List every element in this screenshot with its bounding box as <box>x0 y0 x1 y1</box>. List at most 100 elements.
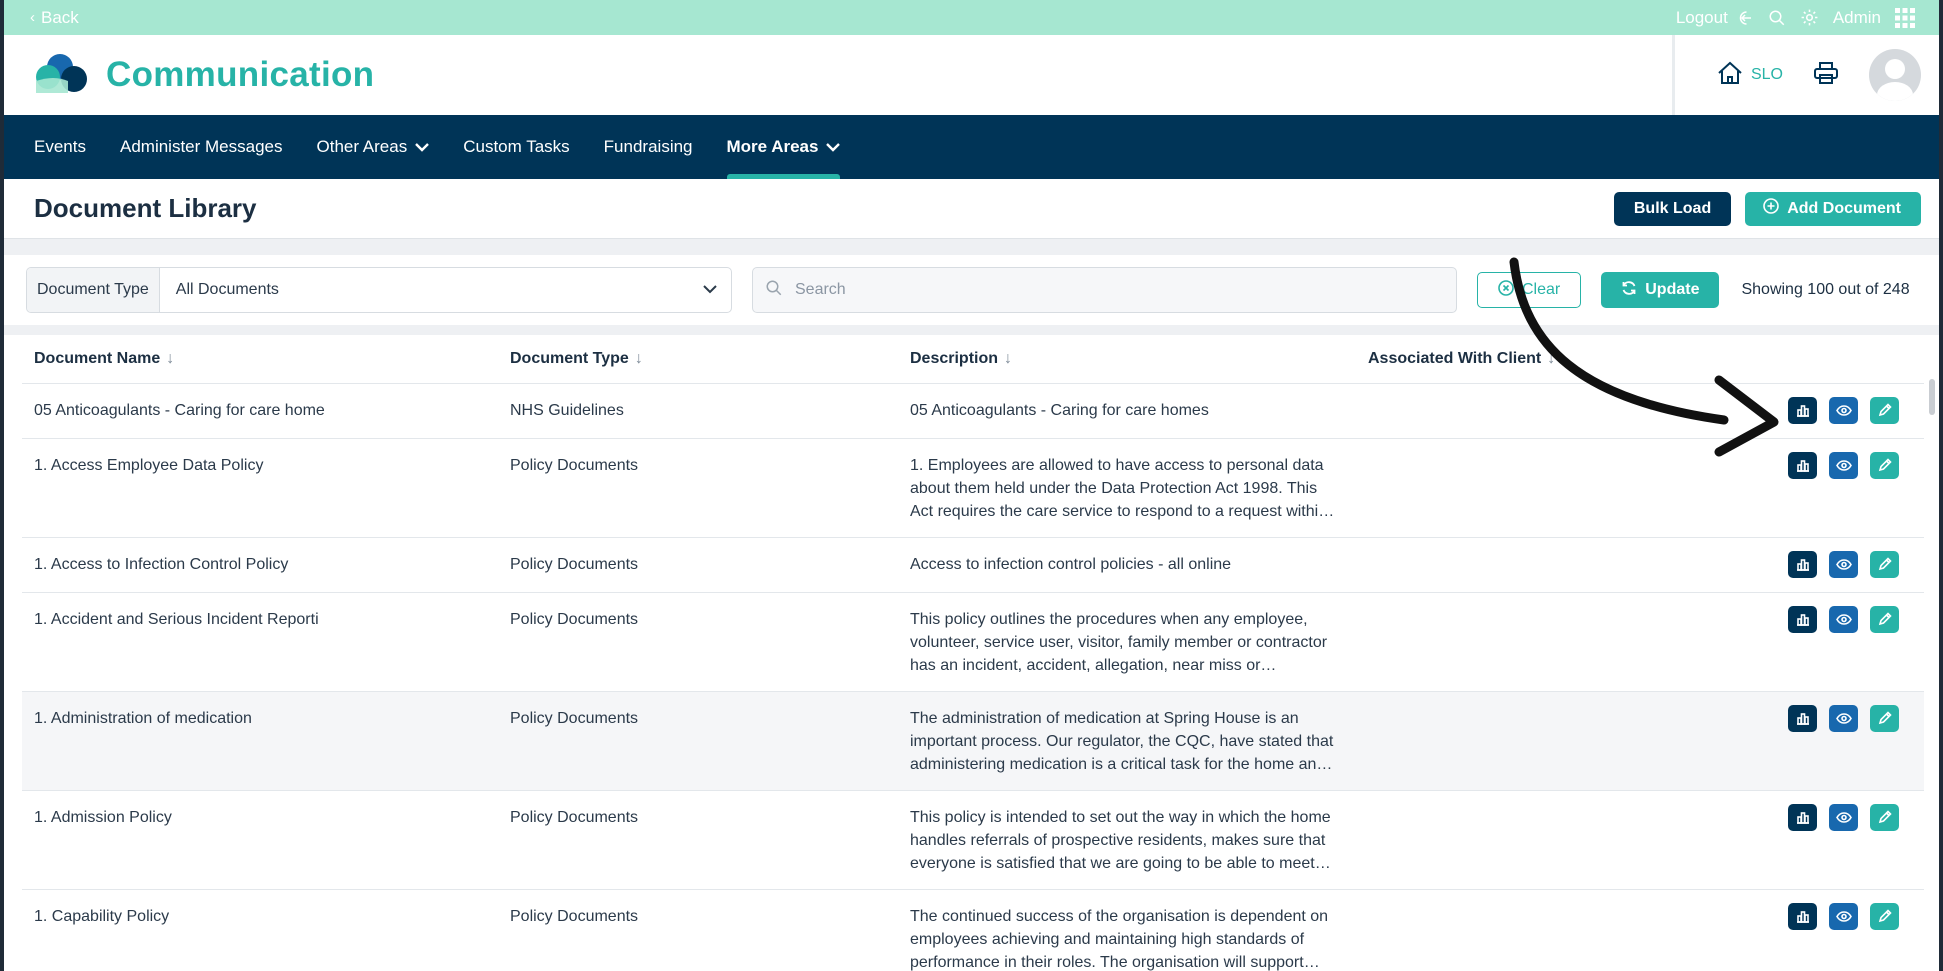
stats-button[interactable] <box>1788 451 1817 479</box>
bulk-load-button[interactable]: Bulk Load <box>1613 191 1732 226</box>
clear-button[interactable]: Clear <box>1477 272 1582 308</box>
back-link[interactable]: ‹ Back <box>30 8 79 28</box>
cell-document-type: Policy Documents <box>498 592 898 692</box>
home-link[interactable]: SLO <box>1717 61 1783 90</box>
logout-icon <box>1736 9 1754 27</box>
eye-icon <box>1835 811 1852 823</box>
cell-description-text: The continued success of the organisatio… <box>910 907 1329 971</box>
stats-button[interactable] <box>1788 550 1817 578</box>
column-header[interactable]: Description ↓ <box>898 335 1356 384</box>
app-logo <box>34 51 94 100</box>
app-header: Communication SLO <box>4 35 1939 115</box>
scrollbar[interactable] <box>1929 379 1935 415</box>
nav-item-other-areas[interactable]: Other Areas <box>317 115 430 179</box>
printer-icon[interactable] <box>1813 61 1839 90</box>
cell-document-name: 1. Access to Infection Control Policy <box>22 537 498 593</box>
search-box <box>752 267 1457 313</box>
sort-arrow-icon: ↓ <box>1547 349 1556 367</box>
column-header[interactable]: Document Name ↓ <box>22 335 498 384</box>
actions-header <box>1776 335 1924 384</box>
row-actions <box>1788 902 1899 930</box>
bar-chart-icon <box>1796 404 1810 417</box>
view-button[interactable] <box>1829 396 1858 424</box>
table-row[interactable]: 1. Access to Infection Control Policy Pol… <box>22 537 1924 593</box>
search-input[interactable] <box>795 281 1395 299</box>
view-button[interactable] <box>1829 605 1858 633</box>
eye-icon <box>1835 558 1852 570</box>
document-type-value: All Documents <box>175 281 279 298</box>
user-menu[interactable]: Admin <box>1833 8 1881 28</box>
nav-item-more-areas[interactable]: More Areas <box>726 115 841 179</box>
brand[interactable]: Communication <box>4 51 374 100</box>
edit-button[interactable] <box>1870 396 1899 424</box>
cell-document-name: 1. Admission Policy <box>22 790 498 890</box>
cell-document-type-text: Policy Documents <box>510 808 639 826</box>
eye-icon <box>1835 910 1852 922</box>
eye-icon <box>1835 712 1852 724</box>
cell-document-type: Policy Documents <box>498 691 898 791</box>
view-button[interactable] <box>1829 451 1858 479</box>
table-row[interactable]: 1. Accident and Serious Incident Reporti… <box>22 592 1924 692</box>
view-button[interactable] <box>1829 550 1858 578</box>
cell-document-name-text: 05 Anticoagulants - Caring for care home <box>34 401 325 419</box>
cell-description: 1. Employees are allowed to have access … <box>898 438 1356 538</box>
row-actions <box>1788 550 1899 578</box>
edit-button[interactable] <box>1870 550 1899 578</box>
back-label: Back <box>41 7 79 27</box>
column-header[interactable]: Document Type ↓ <box>498 335 898 384</box>
cell-document-name-text: 1. Admission Policy <box>34 808 172 826</box>
nav-item-custom-tasks[interactable]: Custom Tasks <box>463 115 569 179</box>
table-row[interactable]: 05 Anticoagulants - Caring for care home… <box>22 383 1924 439</box>
apps-grid-icon[interactable] <box>1895 7 1915 28</box>
table-header-row: Document Name ↓ Document Type ↓ Description ↓… <box>22 335 1924 384</box>
nav-item-label: Other Areas <box>316 137 408 156</box>
update-button[interactable]: Update <box>1601 272 1720 308</box>
stats-button[interactable] <box>1788 396 1817 424</box>
cell-client <box>1356 790 1776 890</box>
logout-link[interactable]: Logout <box>1676 8 1754 28</box>
column-header[interactable]: Associated With Client ↓ <box>1356 335 1776 384</box>
cell-description-text: 05 Anticoagulants - Caring for care home… <box>910 401 1209 419</box>
edit-button[interactable] <box>1870 605 1899 633</box>
refresh-icon <box>1621 280 1637 301</box>
row-actions <box>1788 803 1899 831</box>
column-header-label: Document Name <box>34 349 161 367</box>
cell-document-type-text: NHS Guidelines <box>510 401 624 419</box>
edit-button[interactable] <box>1870 902 1899 930</box>
cell-description-text: This policy is intended to set out the w… <box>910 808 1331 872</box>
result-count: Showing 100 out of 248 <box>1741 281 1910 298</box>
search-icon[interactable] <box>1768 9 1786 27</box>
bar-chart-icon <box>1796 613 1810 626</box>
stats-button[interactable] <box>1788 704 1817 732</box>
edit-button[interactable] <box>1870 451 1899 479</box>
view-button[interactable] <box>1829 803 1858 831</box>
table-row[interactable]: 1. Capability Policy Policy Documents The … <box>22 889 1924 971</box>
cell-client <box>1356 438 1776 538</box>
table-row[interactable]: 1. Admission Policy Policy Documents This … <box>22 790 1924 890</box>
cell-client <box>1356 691 1776 791</box>
cell-document-type: Policy Documents <box>498 790 898 890</box>
stats-button[interactable] <box>1788 902 1817 930</box>
stats-button[interactable] <box>1788 803 1817 831</box>
row-actions <box>1788 396 1899 424</box>
page-actions: Bulk Load Add Document <box>1613 191 1921 226</box>
nav-item-administer-messages[interactable]: Administer Messages <box>120 115 283 179</box>
add-document-button[interactable]: Add Document <box>1745 191 1921 226</box>
avatar[interactable] <box>1869 49 1921 101</box>
view-button[interactable] <box>1829 902 1858 930</box>
gear-icon[interactable] <box>1800 8 1819 27</box>
nav-item-fundraising[interactable]: Fundraising <box>604 115 693 179</box>
edit-button[interactable] <box>1870 704 1899 732</box>
eye-icon <box>1835 404 1852 416</box>
document-type-select[interactable]: All Documents <box>160 268 731 312</box>
edit-button[interactable] <box>1870 803 1899 831</box>
stats-button[interactable] <box>1788 605 1817 633</box>
nav-item-events[interactable]: Events <box>34 115 86 179</box>
row-actions <box>1788 704 1899 732</box>
table-row[interactable]: 1. Access Employee Data Policy Policy Doc… <box>22 438 1924 538</box>
view-button[interactable] <box>1829 704 1858 732</box>
table-row[interactable]: 1. Administration of medication Policy Do… <box>22 691 1924 791</box>
cell-document-name: 1. Accident and Serious Incident Reporti <box>22 592 498 692</box>
document-type-label: Document Type <box>27 268 160 312</box>
filter-bar: Document Type All Documents Clear <box>4 255 1939 335</box>
